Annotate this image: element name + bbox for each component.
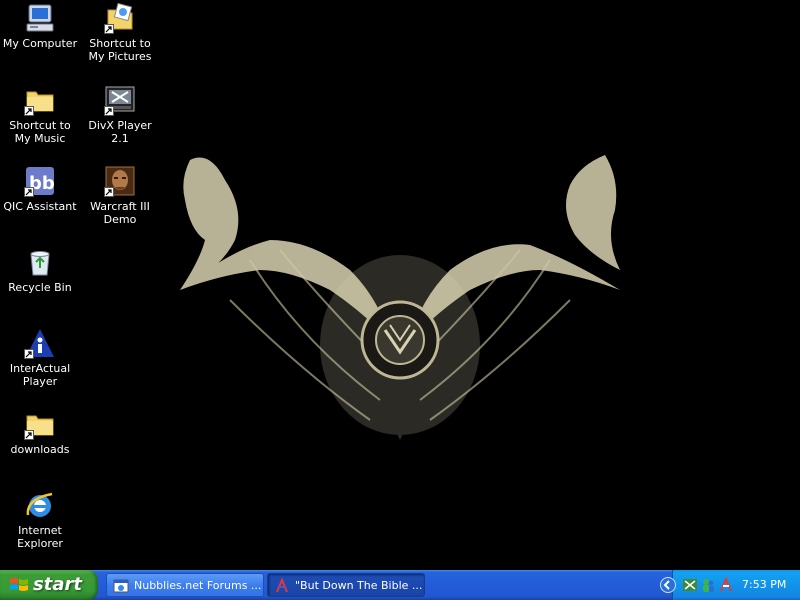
desktop-icon-label: InterActual Player [9,362,71,388]
tray-expand-button[interactable] [660,577,676,593]
desktop-icon-warcraft[interactable]: Warcraft III Demo [80,165,160,226]
messenger-icon[interactable] [700,577,716,593]
my-computer-icon [24,2,56,34]
desktop-icon-label: downloads [10,443,70,456]
qic-assistant-icon: bb [24,165,56,197]
desktop-icon-interactual-player[interactable]: InterActual Player [0,327,80,388]
app-icon[interactable] [718,577,734,593]
my-pictures-icon [104,2,136,34]
taskbar-button-bible[interactable]: "But Down The Bible ... [267,573,425,597]
warcraft-icon [104,165,136,197]
taskbar-button-label: "But Down The Bible ... [295,579,423,592]
folder-icon [24,84,56,116]
desktop-icon-label: QIC Assistant [3,200,77,213]
desktop[interactable]: My Computer Shortcut to My Pictures Shor… [0,0,800,570]
desktop-icon-my-computer[interactable]: My Computer [0,2,80,50]
start-button[interactable]: start [0,570,98,600]
divx-player-icon [104,84,136,116]
folder-icon [24,408,56,440]
desktop-icon-recycle-bin[interactable]: Recycle Bin [0,246,80,294]
internet-explorer-icon [24,489,56,521]
wallpaper-serpents [180,155,620,440]
clock[interactable]: 7:53 PM [742,570,786,600]
windows-flag-icon [10,578,28,591]
desktop-icon-downloads[interactable]: downloads [0,408,80,456]
shortcut-arrow-icon [104,187,114,197]
desktop-icon-label: Shortcut to My Music [9,119,71,145]
desktop-icon-label: My Computer [2,37,78,50]
network-icon[interactable] [682,577,698,593]
taskbar-button-label: Nubblies.net Forums ... [134,579,262,592]
desktop-icon-divx-player[interactable]: DivX Player 2.1 [80,84,160,145]
shortcut-arrow-icon [24,349,34,359]
desktop-icon-my-pictures[interactable]: Shortcut to My Pictures [80,2,160,63]
desktop-icon-my-music[interactable]: Shortcut to My Music [0,84,80,145]
shortcut-arrow-icon [24,187,34,197]
taskbar-button-nubblies-forums[interactable]: Nubblies.net Forums ... [106,573,264,597]
app-window-icon [276,578,288,593]
start-label: start [33,574,82,595]
desktop-icon-label: Recycle Bin [8,281,72,294]
shortcut-arrow-icon [104,24,114,34]
taskbar: start Nubblies.net Forums ... "But Down … [0,570,800,600]
desktop-icon-qic-assistant[interactable]: bb QIC Assistant [0,165,80,213]
desktop-icon-label: Internet Explorer [17,524,63,550]
shortcut-arrow-icon [104,106,114,116]
desktop-icon-internet-explorer[interactable]: Internet Explorer [0,489,80,550]
recycle-bin-icon [24,246,56,278]
shortcut-arrow-icon [24,106,34,116]
browser-window-icon [113,579,129,593]
interactual-player-icon [24,327,56,359]
desktop-icon-label: Warcraft III Demo [90,200,150,226]
shortcut-arrow-icon [24,430,34,440]
desktop-icon-label: Shortcut to My Pictures [88,37,152,63]
desktop-icon-label: DivX Player 2.1 [88,119,152,145]
